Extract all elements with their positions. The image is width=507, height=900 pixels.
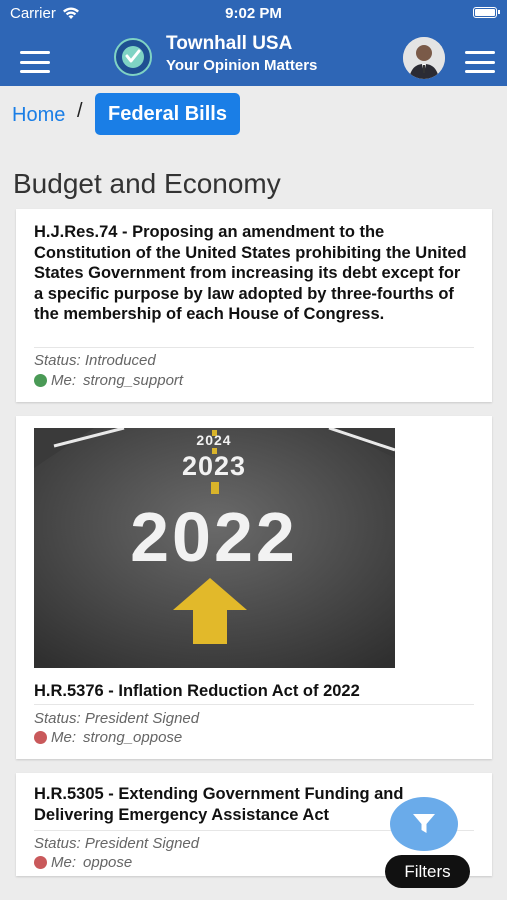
my-position: Me: strong_oppose [34, 729, 182, 746]
my-position-value: strong_oppose [83, 729, 183, 746]
my-position-label: Me: [51, 854, 77, 871]
breadcrumb-current-button[interactable]: Federal Bills [95, 93, 240, 135]
my-position-value: oppose [83, 854, 133, 871]
my-position: Me: oppose [34, 854, 132, 871]
bill-title[interactable]: H.R.5376 - Inflation Reduction Act of 20… [34, 681, 474, 702]
bill-card[interactable]: 2024 2023 2022 H.R.5376 - Inflation Redu… [16, 416, 492, 759]
right-menu-button[interactable] [465, 51, 495, 73]
filters-label-button[interactable]: Filters [385, 855, 470, 888]
left-menu-button[interactable] [20, 51, 50, 73]
position-dot [34, 374, 47, 387]
bill-status: Status: President Signed [34, 835, 200, 852]
status-bar: Carrier 9:02 PM [0, 0, 507, 28]
avatar[interactable] [403, 37, 445, 79]
my-position: Me: strong_support [34, 372, 183, 389]
section-title: Budget and Economy [13, 168, 281, 199]
bill-status: Status: President Signed [34, 710, 200, 727]
position-dot [34, 731, 47, 744]
filter-button[interactable] [390, 797, 458, 851]
logo-check-icon [122, 46, 144, 68]
user-avatar-icon [403, 37, 445, 79]
year-label-2023: 2023 [182, 451, 246, 481]
app-tagline: Your Opinion Matters [166, 57, 318, 74]
filter-funnel-icon [413, 814, 435, 833]
battery-icon [473, 7, 500, 18]
my-position-label: Me: [51, 729, 77, 746]
breadcrumb: Home / Federal Bills [0, 90, 507, 140]
year-label-2024: 2024 [196, 432, 231, 448]
card-divider [34, 347, 474, 348]
road-years-image: 2024 2023 2022 [34, 428, 395, 668]
app-header: Townhall USA Your Opinion Matters [0, 28, 507, 86]
brand-block: Townhall USA Your Opinion Matters [166, 32, 317, 76]
bill-card[interactable]: H.J.Res.74 - Proposing an amendment to t… [16, 209, 492, 402]
clock: 9:02 PM [225, 5, 282, 22]
my-position-label: Me: [51, 372, 77, 389]
bill-title[interactable]: H.J.Res.74 - Proposing an amendment to t… [34, 222, 474, 325]
townhall-logo-icon [114, 38, 152, 76]
my-position-value: strong_support [83, 372, 184, 389]
position-dot [34, 856, 47, 869]
hamburger-menu-icon [20, 51, 50, 54]
bill-status: Status: Introduced [34, 352, 156, 369]
app-title: Townhall USA [166, 33, 293, 54]
breadcrumb-home-link[interactable]: Home [12, 104, 65, 127]
bill-image[interactable]: 2024 2023 2022 [34, 428, 395, 668]
hamburger-menu-icon [465, 51, 495, 54]
card-divider [34, 704, 474, 705]
year-label-2022: 2022 [130, 498, 298, 576]
breadcrumb-separator: / [77, 100, 83, 122]
